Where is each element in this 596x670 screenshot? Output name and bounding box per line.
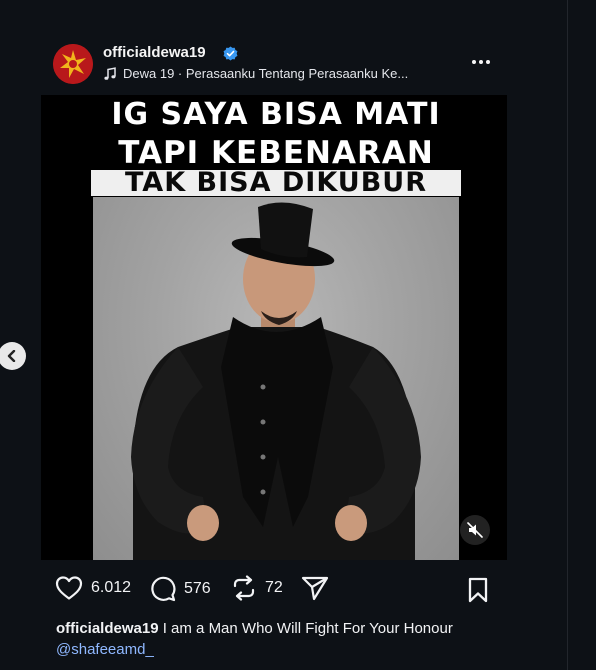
red-star-logo: [53, 44, 93, 84]
verified-badge-icon: [223, 46, 238, 61]
more-dots-icon: [472, 60, 476, 64]
post-actions-bar: 6.012 576 72: [55, 575, 515, 603]
man-in-top-hat-image: [131, 202, 421, 560]
like-count: 6.012: [91, 579, 132, 596]
instagram-post-page: officialdewa19 Dewa 19 · Perasaanku Tent…: [0, 0, 596, 670]
mute-toggle-button[interactable]: [460, 515, 490, 545]
post-media[interactable]: IG SAYA BISA MATI TAPI KEBENARAN TAK BIS…: [41, 95, 507, 560]
headline-line-2: TAPI KEBENARAN: [118, 135, 434, 171]
music-note-icon: [104, 67, 116, 80]
like-button[interactable]: 6.012: [55, 575, 131, 601]
headline-line-3: TAK BISA DIKUBUR: [91, 170, 461, 196]
share-icon: [301, 576, 329, 601]
column-divider: [567, 0, 568, 670]
post-username[interactable]: officialdewa19: [103, 44, 206, 61]
caption-username[interactable]: officialdewa19: [56, 620, 159, 637]
more-options-button[interactable]: [466, 54, 496, 70]
previous-post-button[interactable]: [0, 342, 26, 370]
audio-track-link[interactable]: Dewa 19 · Perasaanku Tentang Perasaanku …: [123, 66, 408, 81]
repost-count: 72: [265, 579, 283, 596]
heart-icon: [55, 576, 83, 600]
post-caption: officialdewa19 I am a Man Who Will Fight…: [56, 618, 496, 660]
speaker-muted-icon: [467, 522, 483, 538]
caption-mention-link[interactable]: @shafeeamd_: [56, 641, 154, 658]
comment-icon: [151, 576, 176, 602]
comment-count: 576: [184, 579, 211, 597]
save-button[interactable]: [467, 577, 489, 608]
headline-line-1: IG SAYA BISA MATI: [111, 97, 441, 132]
post-photo: [93, 197, 459, 560]
chevron-left-icon: [7, 350, 16, 362]
bookmark-icon: [468, 577, 488, 603]
share-button[interactable]: [301, 575, 329, 601]
avatar[interactable]: [53, 44, 93, 84]
comment-button[interactable]: 576: [149, 575, 211, 602]
repost-button[interactable]: 72: [231, 575, 283, 601]
repost-icon: [233, 575, 255, 601]
caption-text: I am a Man Who Will Fight For Your Honou…: [158, 620, 453, 637]
